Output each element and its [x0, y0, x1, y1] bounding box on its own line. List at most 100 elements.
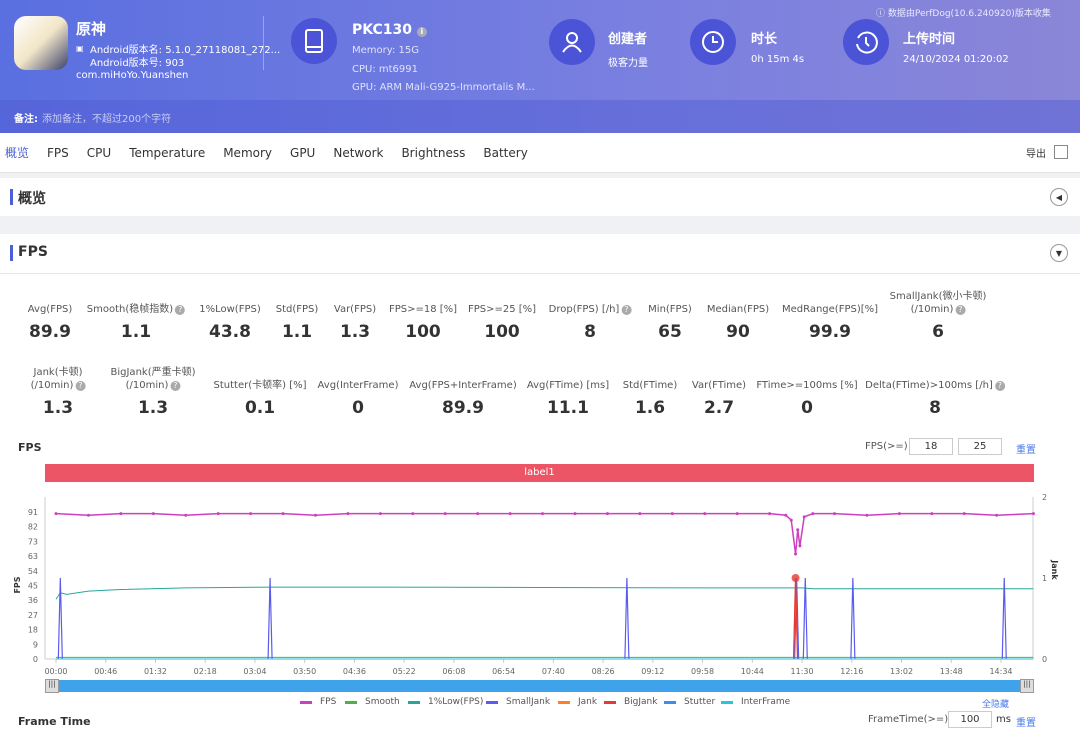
legend-item[interactable]: Smooth — [345, 697, 400, 707]
fps-threshold-1-input[interactable]: 18 — [909, 438, 953, 455]
duration-label: 时长 — [751, 32, 778, 47]
fps-point — [313, 513, 317, 517]
legend-swatch — [486, 700, 498, 704]
tab-battery[interactable]: Battery — [483, 146, 545, 160]
legend-item[interactable]: FPS — [300, 697, 336, 707]
y-tick-label: 45 — [28, 582, 38, 591]
y-tick-label: 9 — [33, 640, 38, 649]
legend-item[interactable]: 1%Low(FPS) — [408, 697, 483, 707]
x-tick-label: 06:54 — [492, 667, 515, 676]
fps-point — [411, 512, 415, 516]
slider-handle-right[interactable]: ||| — [1020, 679, 1034, 693]
device-gpu: GPU: ARM Mali-G925-Immortalis M... — [352, 82, 535, 93]
fps-reset-link[interactable]: 重置 — [1016, 441, 1036, 456]
legend-item[interactable]: SmallJank — [486, 697, 550, 707]
fps-chart: 0 9 18 27 36 45 54 63 73 82 91 0 1 2 00:00 00:46 01:32 02… — [13, 493, 1059, 676]
fps-point — [119, 512, 123, 516]
fps-threshold-2-input[interactable]: 25 — [958, 438, 1002, 455]
overview-section: 概览 ◀ — [0, 178, 1080, 216]
x-tick-label: 04:36 — [343, 667, 366, 676]
frametime-threshold-input[interactable]: 100 — [948, 711, 992, 728]
fps-point — [508, 512, 512, 516]
fps-point — [54, 512, 58, 516]
metric-sublabel: (/10min)? — [890, 303, 987, 316]
fps-point — [995, 513, 999, 517]
metric-value: 11.1 — [547, 398, 589, 418]
slider-handle-left[interactable]: ||| — [45, 679, 59, 693]
creator-value: 极客力量 — [608, 58, 648, 69]
fps-point — [768, 512, 772, 516]
metric: Var(FTime) 2.7 — [692, 379, 746, 418]
app-package: com.miHoYo.Yuanshen — [76, 70, 189, 81]
frametime-unit: ms — [996, 714, 1011, 725]
metric-value: 0.1 — [244, 398, 276, 418]
help-icon[interactable]: ? — [955, 305, 966, 315]
collapse-fps-button[interactable]: ▼ — [1050, 244, 1068, 262]
x-tick-label: 00:46 — [94, 667, 117, 676]
export-button[interactable]: 导出 — [1026, 145, 1068, 160]
tab-cpu[interactable]: CPU — [87, 146, 129, 160]
fps-point — [443, 512, 447, 516]
metric: FPS>=18 [%] 100 — [389, 303, 457, 342]
collected-by: ⓘ 数据由PerfDog(10.6.240920)版本收集 — [876, 9, 1051, 19]
tab-bar: 概览 FPS CPU Temperature Memory GPU Networ… — [0, 133, 1080, 173]
help-icon[interactable]: ? — [994, 381, 1005, 391]
series-fps — [55, 512, 1034, 555]
metric-label: Std(FPS) — [275, 304, 319, 315]
y-tick-label: 18 — [28, 626, 38, 635]
help-icon[interactable]: ? — [170, 381, 181, 391]
metric: Avg(FPS) 89.9 — [28, 303, 72, 342]
metric-label: FTime>=100ms [%] — [756, 380, 858, 391]
metric-sublabel: (/10min)? — [111, 379, 196, 392]
time-range-slider[interactable]: ||| ||| — [45, 679, 1034, 693]
metric: BigJank(严重卡顿) (/10min)? 1.3 — [111, 366, 196, 418]
fps-point — [832, 512, 836, 516]
legend-item[interactable]: BigJank — [604, 697, 657, 707]
frametime-reset-link[interactable]: 重置 — [1016, 714, 1036, 729]
metric-label: Avg(InterFrame) — [317, 380, 399, 391]
tab-overview[interactable]: 概览 — [5, 144, 47, 161]
legend-item[interactable]: InterFrame — [721, 697, 790, 707]
fps-point — [794, 552, 798, 556]
note-field[interactable]: 备注: 添加备注，不超过200个字符 — [0, 100, 1080, 133]
help-icon[interactable]: ? — [175, 305, 186, 315]
tab-temperature[interactable]: Temperature — [129, 146, 223, 160]
upload-label: 上传时间 — [903, 32, 956, 47]
fps-point — [281, 512, 285, 516]
tab-gpu[interactable]: GPU — [290, 146, 333, 160]
metric-value: 1.1 — [120, 322, 152, 342]
tab-memory[interactable]: Memory — [223, 146, 290, 160]
tab-fps[interactable]: FPS — [47, 146, 87, 160]
x-tick-label: 05:22 — [393, 667, 416, 676]
metric: Avg(FTime) [ms] 11.1 — [527, 379, 609, 418]
legend-item[interactable]: Stutter — [664, 697, 715, 707]
y-tick-label: 82 — [28, 523, 38, 532]
legend-swatch — [300, 700, 312, 704]
tab-brightness[interactable]: Brightness — [401, 146, 483, 160]
app-version-code: Android版本号: 903 — [90, 58, 185, 69]
x-tick-label: 12:16 — [840, 667, 863, 676]
device-cpu: CPU: mt6991 — [352, 64, 418, 75]
fps-point — [703, 512, 707, 516]
legend-label: FPS — [320, 697, 337, 707]
hide-all-link[interactable]: 全隐藏 — [982, 697, 1009, 710]
metric-label: FPS>=18 [%] — [388, 304, 458, 315]
label-band[interactable]: label1 — [45, 464, 1034, 482]
y-tick-label: 91 — [28, 508, 38, 517]
collapse-overview-button[interactable]: ◀ — [1050, 188, 1068, 206]
metric-value: 1.3 — [42, 398, 74, 418]
metric-label: Jank(卡顿) — [33, 367, 83, 378]
x-tick-label: 13:02 — [890, 667, 913, 676]
y2-axis-label: Jank — [1050, 559, 1059, 580]
creator-label: 创建者 — [608, 32, 648, 47]
help-icon[interactable]: ? — [621, 305, 632, 315]
x-tick-label: 01:32 — [144, 667, 167, 676]
tab-network[interactable]: Network — [333, 146, 401, 160]
legend-item[interactable]: Jank — [558, 697, 597, 707]
help-icon[interactable]: ? — [75, 381, 86, 391]
x-tick-label: 10:44 — [741, 667, 764, 676]
legend-swatch — [664, 700, 676, 704]
metric-value: 65 — [658, 322, 682, 342]
metric-value: 89.9 — [29, 322, 71, 342]
info-icon[interactable]: i — [416, 27, 427, 37]
